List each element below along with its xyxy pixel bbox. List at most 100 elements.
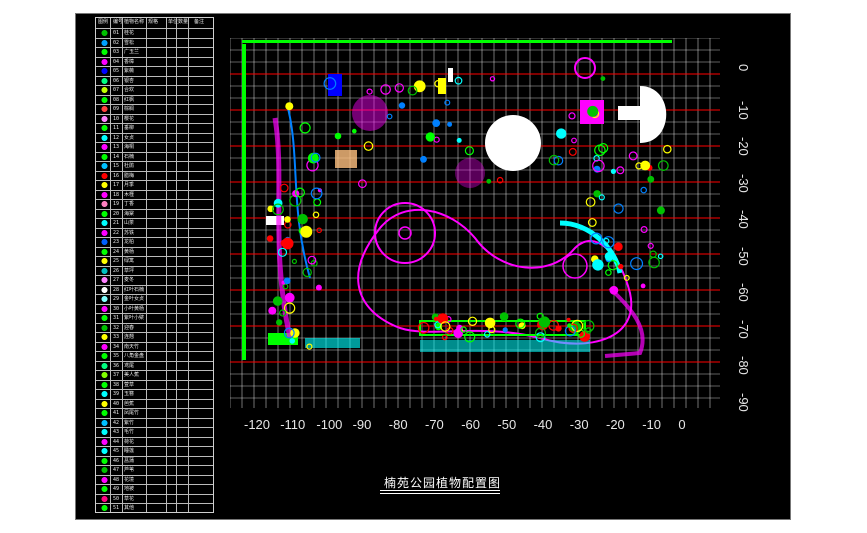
legend-plant-name: 玉簪 [124,391,135,397]
tree-symbol [647,175,655,183]
tree-symbol [464,146,474,156]
tree-symbol [640,283,646,289]
tree-symbol [585,197,596,207]
legend-symbol-icon [99,324,110,331]
legend-row: 10 樱花 [96,113,213,123]
legend-plant-name: 海桐 [124,144,135,150]
tree-symbol [432,119,441,127]
legend-symbol-icon [99,495,110,502]
legend-number: 31 [113,315,120,321]
legend-plant-name: 红叶石楠 [124,286,145,293]
legend-symbol-icon [99,106,110,112]
legend-number: 50 [113,495,120,502]
legend-number: 17 [113,182,120,188]
legend-number: 45 [113,448,120,454]
legend-number: 01 [113,30,120,36]
legend-number: 49 [113,486,120,492]
legend-number: 03 [113,49,120,55]
tree-symbol [640,160,651,171]
legend-plant-name: 花境 [124,476,135,483]
legend-row: 14 石楠 [96,151,213,161]
tree-symbol [413,80,426,93]
legend-symbol-icon [99,115,110,122]
legend-row: 20 海棠 [96,208,213,218]
legend-row: 39 玉簪 [96,389,213,398]
tree-symbol [300,225,313,238]
legend-plant-name: 桂花 [124,30,135,36]
legend-row: 41 凤尾竹 [96,408,213,417]
tree-symbol [281,237,294,250]
legend-number: 21 [113,220,120,226]
tree-symbol [334,132,342,140]
tree-symbol [297,213,308,225]
legend-number: 14 [113,153,120,160]
legend-symbol-icon [99,362,110,369]
legend-row: 21 山茶 [96,218,213,227]
legend-symbol-icon [99,87,110,93]
cyan-bed-west [305,338,360,348]
legend-symbol-icon [99,68,110,74]
legend-plant-name: 女贞 [124,134,135,141]
tree-symbol [266,235,274,242]
legend-number: 18 [113,191,120,198]
legend-row: 11 垂柳 [96,123,213,132]
legend-number: 39 [113,391,120,397]
legend-symbol-icon [99,172,110,179]
legend-number: 28 [113,286,120,293]
title-underline [380,493,500,494]
legend-row: 45 睡莲 [96,446,213,455]
tree-symbol [407,85,418,96]
legend-symbol-icon [99,49,110,55]
tree-symbol [630,257,644,271]
legend-row: 51 其他 [96,503,213,512]
legend-number: 42 [113,419,120,426]
x-tick-label: -50 [497,417,517,432]
x-tick-label: -30 [569,417,589,432]
legend-plant-name: 草花 [124,495,135,502]
legend-symbol-icon [99,419,110,426]
tree-symbol [568,112,576,120]
legend-plant-name: 绿篱 [124,258,135,264]
legend-row: 23 龙柏 [96,237,213,246]
legend-symbol-icon [99,144,110,150]
tree-symbol [284,292,295,303]
legend-plant-name: 腊梅 [124,172,135,179]
legend-symbol-icon [99,248,110,255]
legend-plant-name: 南天竹 [124,343,140,350]
tree-symbol [587,218,597,227]
tree-symbol [647,242,654,249]
legend-symbol-icon [99,39,110,46]
legend-plant-name: 棕榈 [124,106,135,112]
tree-symbol [609,285,619,295]
legend-row: 04 香樟 [96,56,213,66]
legend-row: 49 地被 [96,484,213,493]
legend-symbol-icon [99,182,110,188]
legend-number: 34 [113,343,120,350]
legend-symbol-icon [99,77,110,84]
legend-plant-name: 草坪 [124,267,135,274]
legend-row: 42 紫竹 [96,417,213,427]
legend-row: 46 菖蒲 [96,455,213,465]
tree-symbol [444,99,451,106]
legend-row: 18 木槿 [96,189,213,199]
legend-plant-name: 广玉兰 [124,49,140,55]
legend-symbol-icon [99,372,110,378]
x-tick-label: -60 [461,417,480,432]
boundary-wall-left [242,44,246,360]
sand-plaza [335,150,357,168]
legend-row: 15 杜鹃 [96,161,213,170]
legend-row: 32 迎春 [96,322,213,332]
legend-plant-name: 紫薇 [124,68,135,74]
legend-number: 29 [113,296,120,302]
y-tick-label: -80 [736,356,751,375]
tree-symbol [662,144,672,154]
tree-symbol [273,198,283,208]
legend-plant-name: 萱草 [124,381,135,388]
tree-symbol [568,147,577,156]
tree-symbol [315,284,322,291]
tree-symbol [272,296,283,306]
legend-number: 05 [113,68,120,74]
legend-plant-name: 紫竹 [124,419,135,426]
x-tick-label: -120 [244,417,271,432]
tree-symbol [276,319,283,326]
